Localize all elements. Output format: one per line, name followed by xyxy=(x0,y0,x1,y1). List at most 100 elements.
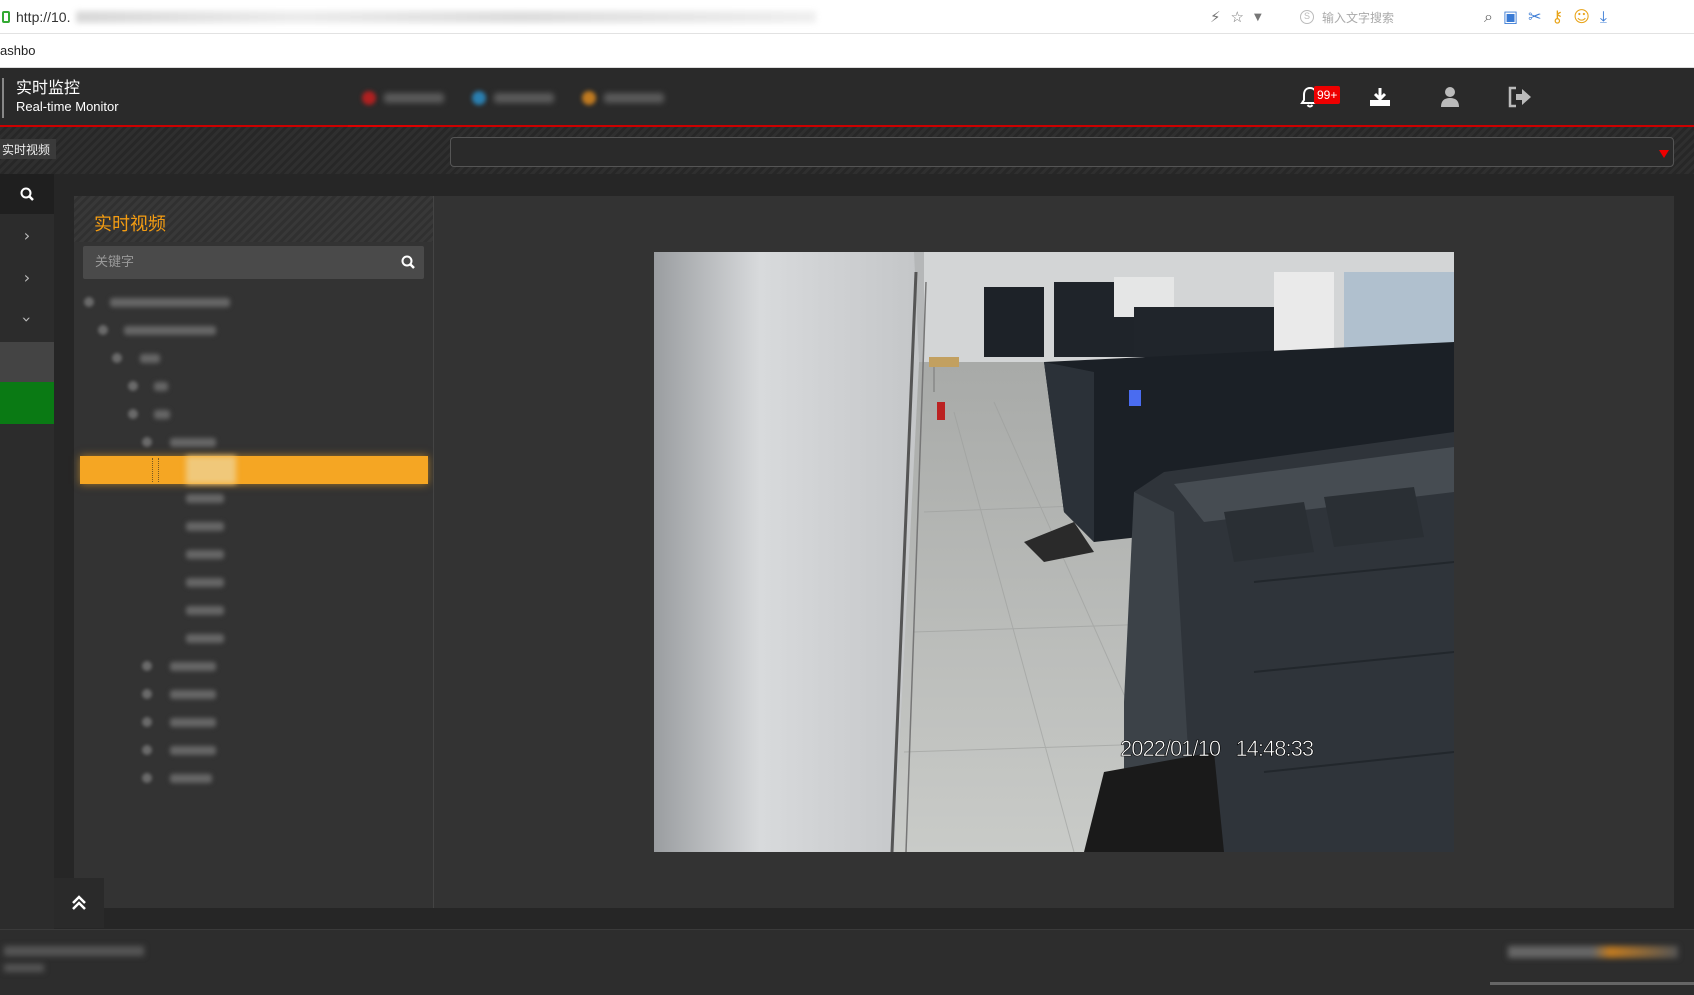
address-bar-blurred-path xyxy=(76,11,816,23)
tree-node-label-blurred xyxy=(186,494,224,503)
tree-node[interactable] xyxy=(74,708,434,736)
rail-search-button[interactable] xyxy=(0,174,54,214)
browser-toolbar: http://10. ⚡ ☆ ▼ S 输入文字搜索 ⌕ ▣ ✂ ⚷ ☺ ⤓ xyxy=(0,0,1694,34)
chevron-right-icon: › xyxy=(23,267,31,287)
nav-tab-2[interactable] xyxy=(458,68,568,127)
tree-node[interactable] xyxy=(74,764,434,792)
tree-node[interactable] xyxy=(74,428,434,456)
tree-guide-line xyxy=(158,458,159,482)
tree-node[interactable] xyxy=(74,652,434,680)
tree-node[interactable] xyxy=(74,680,434,708)
tree-node-label-blurred xyxy=(170,746,216,755)
keyword-search xyxy=(83,246,424,279)
notifications-button[interactable]: 99+ xyxy=(1290,82,1341,112)
expand-toggle-icon[interactable] xyxy=(98,325,108,335)
search-engine-icon: S xyxy=(1300,10,1314,24)
keyword-search-button[interactable] xyxy=(398,252,418,272)
translate-icon[interactable]: ▣ xyxy=(1503,7,1518,27)
logout-button[interactable] xyxy=(1500,82,1540,112)
tree-node[interactable] xyxy=(74,316,434,344)
tree-node-label-blurred xyxy=(186,456,236,484)
tree-guide-line xyxy=(152,458,153,482)
camera-tree xyxy=(74,288,434,792)
download-arrow-icon[interactable]: ⤓ xyxy=(1600,7,1607,27)
search-icon xyxy=(20,187,34,201)
expand-toggle-icon[interactable] xyxy=(112,353,122,363)
keyword-input[interactable] xyxy=(83,246,383,279)
star-icon[interactable]: ☆ xyxy=(1231,8,1244,26)
notification-badge: 99+ xyxy=(1314,86,1341,104)
scissors-icon[interactable]: ✂ xyxy=(1528,7,1541,27)
app-header: 实时监控 Real-time Monitor 99+ xyxy=(0,68,1694,129)
camera-tree-panel: 实时视频 xyxy=(74,196,434,908)
video-feed[interactable]: 2022/01/10 14:48:33 xyxy=(654,252,1454,852)
rail-item-gray[interactable] xyxy=(0,342,54,382)
app-title-cn: 实时监控 xyxy=(16,78,81,97)
bookmark-bar: ashbo xyxy=(0,34,1694,68)
expand-toggle-icon[interactable] xyxy=(142,661,152,671)
expand-toggle-icon[interactable] xyxy=(128,381,138,391)
nav-tab-label-blurred xyxy=(494,92,554,103)
user-button[interactable] xyxy=(1430,82,1470,112)
tree-node-label-blurred xyxy=(154,382,168,391)
rail-item-active[interactable] xyxy=(0,382,54,424)
tree-node[interactable] xyxy=(74,400,434,428)
tree-node-label-blurred xyxy=(186,522,224,531)
nav-tabs xyxy=(348,68,678,129)
tree-leaf[interactable] xyxy=(74,512,434,540)
tree-node-label-blurred xyxy=(110,298,230,307)
expand-toggle-icon[interactable] xyxy=(142,437,152,447)
tree-leaf[interactable] xyxy=(74,540,434,568)
nav-tab-3[interactable] xyxy=(568,68,678,127)
browser-search-placeholder: 输入文字搜索 xyxy=(1322,10,1395,25)
tree-leaf[interactable] xyxy=(74,624,434,652)
download-icon xyxy=(1370,88,1390,106)
tree-node[interactable] xyxy=(74,372,434,400)
tree-leaf[interactable] xyxy=(74,484,434,512)
breadcrumb-bar: 实时视频 xyxy=(0,127,1694,174)
nav-tab-label-blurred xyxy=(604,92,664,103)
user-icon xyxy=(1441,87,1459,107)
rail-collapse-button[interactable]: › xyxy=(0,298,54,340)
magnifier-icon[interactable]: ⌕ xyxy=(1484,7,1493,27)
tree-node[interactable] xyxy=(74,288,434,316)
footer-copyright-blurred xyxy=(4,946,144,956)
browser-action-icons: ⚡ ☆ ▼ xyxy=(1210,6,1262,28)
emoji-icon[interactable]: ☺ xyxy=(1573,7,1590,27)
panel-title: 实时视频 xyxy=(94,214,166,235)
caret-down-icon[interactable] xyxy=(1659,150,1669,158)
bookmark-item[interactable]: ashbo xyxy=(0,43,35,58)
secure-icon xyxy=(2,11,10,23)
chevron-down-icon: › xyxy=(17,315,37,323)
tree-node[interactable] xyxy=(74,344,434,372)
breadcrumb[interactable]: 实时视频 xyxy=(0,139,57,159)
expand-toggle-icon[interactable] xyxy=(142,717,152,727)
expand-toggle-icon[interactable] xyxy=(128,409,138,419)
expand-toggle-icon[interactable] xyxy=(84,297,94,307)
tree-node-label-blurred xyxy=(186,550,224,559)
video-timestamp: 2022/01/10 14:48:33 xyxy=(1120,736,1314,761)
expand-toggle-icon[interactable] xyxy=(142,773,152,783)
scroll-to-top-button[interactable] xyxy=(54,878,104,928)
browser-extension-icons: ⌕ ▣ ✂ ⚷ ☺ ⤓ xyxy=(1484,7,1607,27)
double-chevron-up-icon xyxy=(72,895,86,910)
tree-node-selected[interactable] xyxy=(80,456,428,484)
app-title-en: Real-time Monitor xyxy=(16,99,119,114)
key-icon[interactable]: ⚷ xyxy=(1552,7,1564,27)
address-bar[interactable]: http://10. xyxy=(16,9,70,25)
nav-tab-1[interactable] xyxy=(348,68,458,129)
tree-leaf[interactable] xyxy=(74,568,434,596)
rail-expand-button-1[interactable]: › xyxy=(0,214,54,256)
tab-strip-dropdown[interactable] xyxy=(450,137,1674,167)
expand-toggle-icon[interactable] xyxy=(142,745,152,755)
rail-expand-button-2[interactable]: › xyxy=(0,256,54,298)
tree-leaf[interactable] xyxy=(74,596,434,624)
download-button[interactable] xyxy=(1360,82,1400,112)
nav-tab-icon xyxy=(362,90,376,105)
tree-node[interactable] xyxy=(74,736,434,764)
lightning-icon[interactable]: ⚡ xyxy=(1210,8,1221,26)
browser-search-box[interactable]: S 输入文字搜索 xyxy=(1300,8,1510,26)
chevron-down-icon[interactable]: ▼ xyxy=(1254,12,1262,23)
header-actions: 99+ xyxy=(1290,82,1570,112)
expand-toggle-icon[interactable] xyxy=(142,689,152,699)
